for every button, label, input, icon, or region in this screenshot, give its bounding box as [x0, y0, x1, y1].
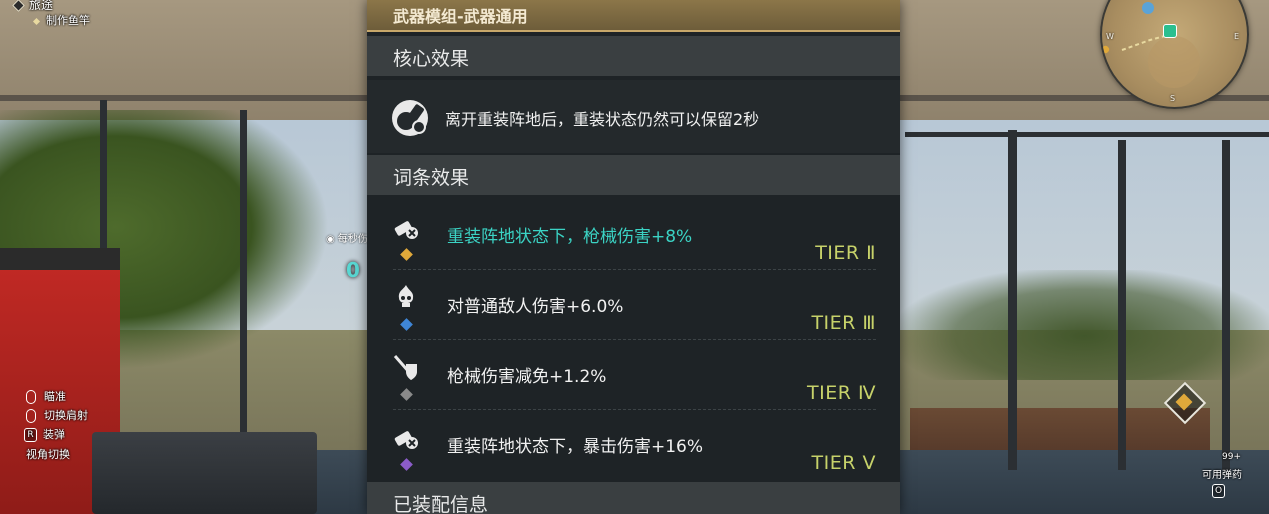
minimap-home-icon: [1163, 24, 1177, 38]
flame-skull-icon: [391, 282, 421, 316]
quest-diamond-icon: [12, 0, 25, 12]
equipped-info-header: 已装配信息: [367, 482, 900, 514]
affix-text-3: 枪械伤害减免+1.2%: [447, 367, 607, 387]
tier-gem-gold: [400, 248, 413, 261]
window-post: [1222, 140, 1230, 470]
control-aim: 瞄准: [26, 388, 66, 404]
objective-diamond-icon: [32, 17, 41, 25]
minimap-poi-icon: [1142, 2, 1154, 14]
affix-text-2: 对普通敌人伤害+6.0%: [447, 297, 624, 317]
affix-effects-header: 词条效果: [367, 155, 900, 195]
tool-shelf-top: [0, 248, 120, 270]
tooltip-title: 武器模组-武器通用: [393, 7, 528, 26]
key-r: R: [24, 428, 37, 442]
storage-crate: [92, 432, 317, 514]
mouse-right-icon: [26, 390, 36, 404]
window-post: [1118, 140, 1126, 470]
mouse-middle-icon: [26, 409, 36, 423]
affix-tier-4: TIER Ⅴ: [811, 452, 876, 474]
core-effect-icon: [389, 97, 431, 143]
affix-row-2[interactable]: 对普通敌人伤害+6.0% TIER Ⅲ: [367, 270, 900, 340]
minimap[interactable]: N W E S: [1100, 0, 1249, 109]
weapon-mod-tooltip: 武器模组-武器通用 核心效果 离开重装阵地后，重装状态仍然可以保留2秒 词条效果: [367, 0, 900, 514]
affix-tier-3: TIER Ⅳ: [807, 382, 876, 404]
minimap-south: S: [1170, 94, 1176, 103]
heavy-stance-icon: [391, 214, 421, 248]
core-effect-header: 核心效果: [367, 36, 900, 76]
bullet-shield-icon: [391, 352, 421, 386]
control-shoulder: 切换肩射: [26, 407, 88, 423]
ammo-key: O: [1212, 484, 1231, 498]
tier-gem-blue: [400, 318, 413, 331]
minimap-path: [1121, 33, 1200, 88]
objective-marker-icon: [1163, 381, 1207, 425]
affix-row-3[interactable]: 枪械伤害减免+1.2% TIER Ⅳ: [367, 340, 900, 410]
dps-value: 0: [346, 258, 360, 282]
control-view: 视角切换: [26, 448, 70, 461]
core-effect-row: 离开重装阵地后，重装状态仍然可以保留2秒: [367, 80, 900, 153]
core-effect-text: 离开重装阵地后，重装状态仍然可以保留2秒: [445, 110, 760, 129]
tooltip-title-bar: 武器模组-武器通用: [367, 0, 900, 32]
ammo-count: 99+: [1222, 452, 1241, 462]
ammo-label: 可用弹药: [1202, 470, 1242, 481]
treeline-right: [900, 270, 1269, 380]
minimap-east: E: [1234, 32, 1240, 41]
affix-tier-1: TIER Ⅱ: [815, 242, 876, 264]
affix-text-4: 重装阵地状态下，暴击伤害+16%: [447, 437, 704, 457]
window-post: [1008, 130, 1017, 470]
tier-gem-purple: [400, 458, 413, 471]
tier-gem-grey: [400, 388, 413, 401]
affix-tier-2: TIER Ⅲ: [811, 312, 876, 334]
minimap-west: W: [1106, 32, 1114, 41]
dps-caption: ◉ 每秒伤: [326, 234, 368, 245]
window-post: [905, 132, 1269, 137]
heavy-stance-icon: [391, 424, 421, 458]
affix-text-1: 重装阵地状态下，枪械伤害+8%: [447, 227, 693, 247]
affix-row-4[interactable]: 重装阵地状态下，暴击伤害+16% TIER Ⅴ: [367, 410, 900, 480]
control-reload: R 装弹: [24, 426, 65, 442]
window-post: [240, 110, 247, 450]
affix-row-1[interactable]: 重装阵地状态下，枪械伤害+8% TIER Ⅱ: [367, 200, 900, 270]
quest-item: 制作鱼竿: [32, 12, 90, 28]
